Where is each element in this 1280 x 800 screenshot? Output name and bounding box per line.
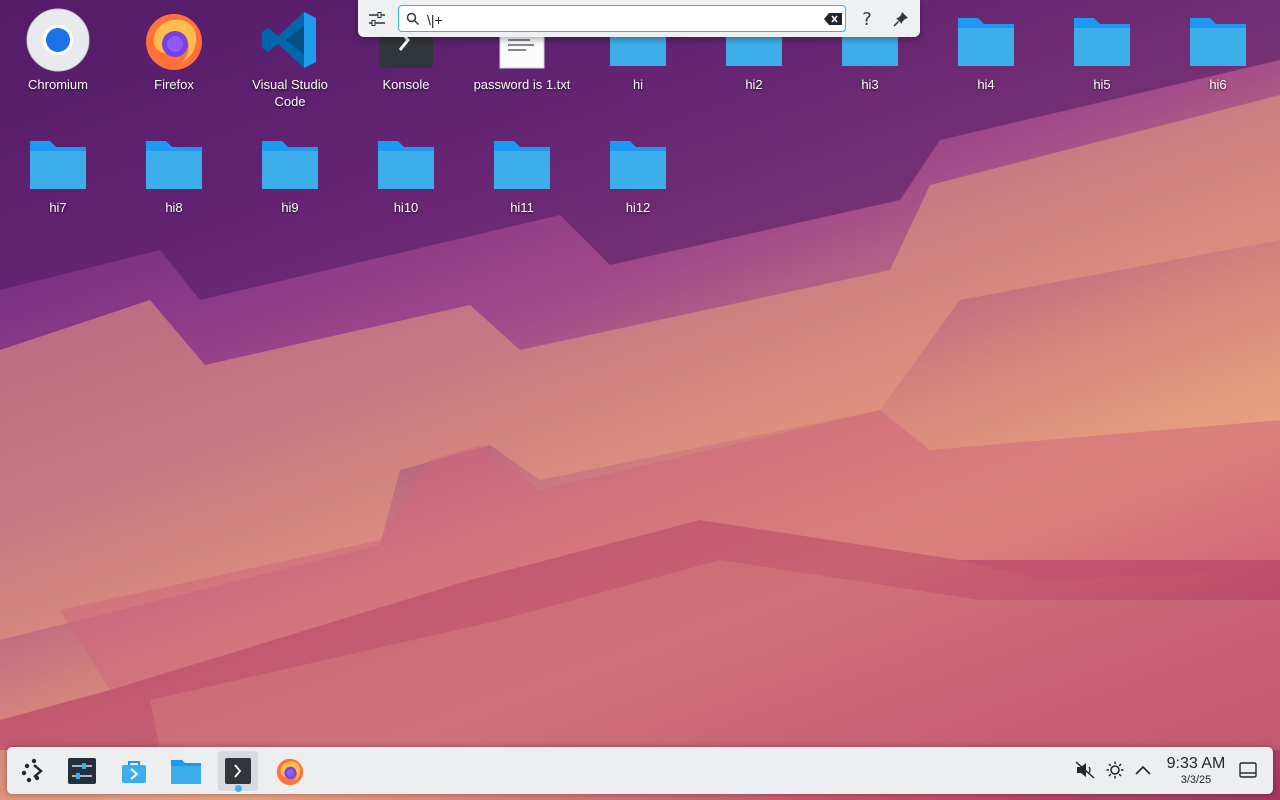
desktop-icon-label: Firefox <box>154 77 194 92</box>
desktop-icon-label: hi3 <box>861 77 879 92</box>
desktop-icon-label: Konsole <box>382 77 430 92</box>
help-button[interactable]: ? <box>854 6 880 32</box>
expand-tray-button[interactable] <box>1132 759 1154 781</box>
vscode-icon <box>262 12 316 68</box>
clear-button[interactable] <box>823 10 843 28</box>
desktop-icon-label: hi6 <box>1209 77 1227 92</box>
desktop-icon-label: hi4 <box>977 77 995 92</box>
chromium-icon <box>26 8 90 72</box>
desktop-icon-label: hi2 <box>745 77 763 92</box>
system-settings-icon <box>68 758 96 784</box>
desktop-icon-label: Visual Studio Code <box>252 77 328 109</box>
app-launcher-icon <box>21 758 43 783</box>
help-icon: ? <box>862 8 872 30</box>
firefox-icon <box>146 14 202 70</box>
desktop-icon-folder[interactable]: hi7 <box>3 131 113 216</box>
desktop-icon-folder[interactable]: hi10 <box>351 131 461 216</box>
taskbar-discover[interactable] <box>114 751 154 791</box>
krunner-search-field <box>398 5 846 32</box>
desktop-icon-label: Chromium <box>28 77 88 92</box>
desktop-icon-folder[interactable]: hi11 <box>467 131 577 216</box>
taskbar-system-settings[interactable] <box>62 751 102 791</box>
desktop-icon-folder[interactable]: hi8 <box>119 131 229 216</box>
desktop-icon-folder[interactable]: hi6 <box>1163 8 1273 93</box>
folder-icon <box>378 141 434 189</box>
configure-icon <box>369 12 385 26</box>
folder-icon <box>958 18 1014 66</box>
volume-button[interactable] <box>1074 759 1096 781</box>
desktop-icon-label: hi <box>632 77 644 92</box>
desktop-icon-label: password is 1.txt <box>473 77 571 92</box>
desktop-icon-label: hi5 <box>1093 77 1111 92</box>
desktop-icon-folder[interactable]: hi5 <box>1047 8 1157 93</box>
desktop-icon-folder[interactable]: hi4 <box>931 8 1041 93</box>
desktop-icon-label: hi11 <box>510 200 534 215</box>
clock-date: 3/3/25 <box>1180 774 1212 786</box>
krunner-bar: ? <box>358 0 920 37</box>
brightness-icon <box>1106 761 1124 779</box>
dolphin-icon <box>171 760 201 784</box>
desktop-icon-label: hi8 <box>165 200 183 215</box>
search-icon <box>406 12 420 26</box>
taskbar-dolphin[interactable] <box>166 751 206 791</box>
volume-muted-icon <box>1075 761 1095 779</box>
clear-icon <box>824 13 842 25</box>
running-indicator <box>235 785 242 792</box>
taskbar-konsole[interactable] <box>218 751 258 792</box>
folder-icon <box>494 141 550 189</box>
clock-time: 9:33 AM <box>1166 755 1226 772</box>
pin-button[interactable] <box>888 6 914 32</box>
desktop-icon-chromium[interactable]: Chromium <box>3 8 113 93</box>
discover-icon <box>122 761 146 783</box>
application-launcher[interactable] <box>14 751 54 791</box>
wallpaper <box>0 0 1280 750</box>
desktop-icon-folder[interactable]: hi12 <box>583 131 693 216</box>
desktop-icon-vscode[interactable]: Visual Studio Code <box>235 8 345 110</box>
show-desktop-icon <box>1239 762 1257 778</box>
pin-icon <box>893 12 908 27</box>
folder-icon <box>30 141 86 189</box>
desktop-icon-label: hi9 <box>281 200 299 215</box>
taskbar: 9:33 AM 3/3/25 <box>7 747 1273 794</box>
konsole-icon <box>225 758 251 784</box>
brightness-button[interactable] <box>1104 759 1126 781</box>
configure-button[interactable] <box>364 6 390 32</box>
firefox-icon <box>276 758 304 786</box>
folder-icon <box>610 141 666 189</box>
show-desktop-button[interactable] <box>1237 759 1259 781</box>
desktop-icon-firefox[interactable]: Firefox <box>119 8 229 93</box>
desktop-icon-label: hi7 <box>49 200 67 215</box>
desktop-icon-label: hi10 <box>393 200 419 215</box>
desktop-icon-folder[interactable]: hi9 <box>235 131 345 216</box>
expand-tray-icon <box>1135 765 1151 775</box>
desktop-icon-label: hi12 <box>625 200 651 215</box>
folder-icon <box>1074 18 1130 66</box>
digital-clock[interactable]: 9:33 AM 3/3/25 <box>1159 755 1233 787</box>
krunner-search-input[interactable] <box>425 9 819 30</box>
folder-icon <box>146 141 202 189</box>
folder-icon <box>1190 18 1246 66</box>
folder-icon <box>262 141 318 189</box>
taskbar-firefox[interactable] <box>270 751 310 791</box>
